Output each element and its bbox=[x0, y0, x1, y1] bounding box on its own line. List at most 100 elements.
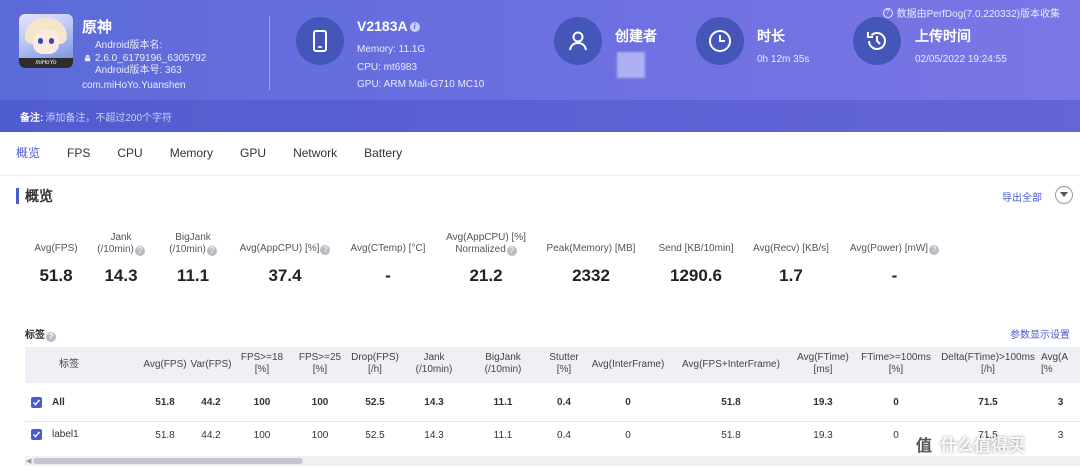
column-header[interactable]: Avg(InterFrame) bbox=[587, 359, 669, 371]
tab-cpu[interactable]: CPU bbox=[117, 132, 142, 174]
tags-title: 标签? bbox=[25, 326, 56, 342]
metric-label: Avg(CTemp) [°C] bbox=[350, 243, 426, 254]
table-cell: 52.5 bbox=[365, 397, 385, 408]
column-header[interactable]: Avg(A [% bbox=[1041, 352, 1080, 376]
tab-gpu[interactable]: GPU bbox=[240, 132, 266, 174]
overview-title: 概览 bbox=[25, 188, 53, 204]
param-settings-link[interactable]: 参数显示设置 bbox=[1010, 326, 1070, 341]
package-name: com.miHoYo.Yuanshen bbox=[82, 80, 186, 91]
metric-value: 1.7 bbox=[779, 266, 803, 285]
column-header[interactable]: FPS>=18 [%] bbox=[237, 352, 287, 376]
table-cell: 14.3 bbox=[424, 397, 444, 408]
remark-field[interactable]: 备注: 添加备注，不超过200个字符 bbox=[0, 100, 1080, 132]
table-cell: 44.2 bbox=[201, 430, 221, 441]
row-tag-name: All bbox=[52, 397, 65, 408]
android-version-name-label: Android版本名: bbox=[95, 40, 163, 51]
table-cell: 51.8 bbox=[155, 397, 175, 408]
creator-redacted bbox=[617, 52, 645, 78]
tab-fps[interactable]: FPS bbox=[67, 132, 90, 174]
table-cell: 0.4 bbox=[557, 397, 571, 408]
version-note: ? 数据由PerfDog(7.0.220332)版本收集 bbox=[882, 5, 1060, 20]
tab-battery[interactable]: Battery bbox=[364, 132, 402, 174]
metric-value: 51.8 bbox=[39, 266, 73, 285]
metric-value: 2332 bbox=[572, 266, 610, 285]
metric-value: 11.1 bbox=[176, 266, 210, 285]
device-cpu: CPU: mt6983 bbox=[357, 62, 418, 73]
app-icon: miHoYo bbox=[19, 14, 73, 68]
help-icon[interactable]: ? bbox=[506, 246, 517, 256]
creator-label: 创建者 bbox=[615, 28, 657, 44]
column-header[interactable]: BigJank (/10min) bbox=[471, 352, 535, 376]
scrollbar-thumb[interactable] bbox=[33, 458, 303, 464]
help-icon[interactable]: ? bbox=[206, 246, 217, 256]
table-cell: 19.3 bbox=[813, 397, 833, 408]
table-cell: 71.5 bbox=[978, 397, 998, 408]
table-cell: 51.8 bbox=[721, 397, 741, 408]
column-header[interactable]: FTime>=100ms [%] bbox=[857, 352, 935, 376]
android-version-name: 2.6.0_6179196_6305792 bbox=[95, 52, 207, 64]
chevron-down-icon[interactable] bbox=[1055, 186, 1073, 204]
tab-memory[interactable]: Memory bbox=[170, 132, 213, 174]
tab-network[interactable]: Network bbox=[293, 132, 337, 174]
remark-placeholder[interactable]: 添加备注，不超过200个字符 bbox=[45, 109, 172, 124]
metric-label: Avg(AppCPU) [%]? bbox=[235, 243, 335, 255]
metric-value: - bbox=[891, 266, 898, 285]
table-row: All 51.8 44.2 100 100 52.5 14.3 11.1 0.4… bbox=[25, 383, 1080, 422]
duration-value: 0h 12m 35s bbox=[757, 54, 810, 65]
metric-label: Jank (/10min)? bbox=[90, 232, 152, 256]
column-header[interactable]: Drop(FPS) [/h] bbox=[347, 352, 403, 376]
metric-value: 1290.6 bbox=[670, 266, 722, 285]
column-header[interactable]: FPS>=25 [%] bbox=[295, 352, 345, 376]
column-header[interactable]: Jank (/10min) bbox=[403, 352, 465, 376]
column-header[interactable]: Delta(FTime)>100ms [/h] bbox=[937, 352, 1039, 376]
column-header[interactable]: Avg(FTime) [ms] bbox=[789, 352, 857, 376]
device-gpu: GPU: ARM Mali-G710 MC10 bbox=[357, 79, 485, 90]
horizontal-scrollbar[interactable]: ◀ bbox=[25, 456, 1080, 466]
device-model: V2183A i bbox=[357, 18, 420, 34]
phone-icon bbox=[296, 17, 344, 65]
column-header[interactable]: Avg(FPS) bbox=[135, 359, 195, 371]
table-header: 标签 Avg(FPS) Var(FPS) FPS>=18 [%] FPS>=25… bbox=[25, 347, 1080, 383]
export-all-button[interactable]: 导出全部 bbox=[1002, 189, 1042, 204]
table-cell: 51.8 bbox=[155, 430, 175, 441]
question-icon: ? bbox=[882, 7, 893, 18]
row-checkbox[interactable] bbox=[31, 429, 42, 440]
upload-label: 上传时间 bbox=[915, 28, 971, 44]
column-header[interactable]: Var(FPS) bbox=[187, 359, 235, 371]
help-icon[interactable]: ? bbox=[929, 245, 940, 255]
column-header[interactable]: 标签 bbox=[49, 359, 89, 371]
metric-label: Send [KB/10min] bbox=[658, 243, 734, 254]
tab-overview[interactable]: 概览 bbox=[16, 132, 40, 174]
android-icon bbox=[84, 55, 91, 62]
user-icon bbox=[554, 17, 602, 65]
row-checkbox[interactable] bbox=[31, 397, 42, 408]
scroll-left-icon[interactable]: ◀ bbox=[26, 457, 31, 465]
android-version-code: Android版本号: 363 bbox=[95, 65, 182, 76]
upload-value: 02/05/2022 19:24:55 bbox=[915, 54, 1007, 65]
table-cell: 0.4 bbox=[557, 430, 571, 441]
device-memory: Memory: 11.1G bbox=[357, 44, 426, 55]
report-header: miHoYo 原神 Android版本名: 2.6.0_6179196_6305… bbox=[0, 0, 1080, 132]
help-icon[interactable]: ? bbox=[320, 245, 331, 255]
help-icon[interactable]: ? bbox=[134, 246, 145, 256]
table-cell: 100 bbox=[311, 430, 329, 441]
app-name: 原神 bbox=[82, 19, 113, 36]
table-cell: 0 bbox=[893, 397, 899, 408]
table-cell: 0 bbox=[625, 430, 631, 441]
help-icon[interactable]: ? bbox=[46, 332, 56, 342]
table-cell: 0 bbox=[625, 397, 631, 408]
column-header[interactable]: Avg(FPS+InterFrame) bbox=[673, 359, 789, 371]
metric-value: 37.4 bbox=[268, 266, 302, 285]
watermark-logo: 值 bbox=[912, 431, 936, 456]
table-cell: 14.3 bbox=[424, 430, 444, 441]
column-header[interactable]: Stutter [%] bbox=[541, 352, 587, 376]
history-icon bbox=[853, 17, 901, 65]
metric-label: Avg(Recv) [KB/s] bbox=[753, 243, 829, 254]
app-meta: Android版本名: 2.6.0_6179196_6305792 Androi… bbox=[84, 40, 207, 78]
table-cell: 19.3 bbox=[813, 430, 833, 441]
table-cell: 3 bbox=[1057, 430, 1064, 441]
clock-icon bbox=[696, 17, 744, 65]
table-cell: 11.1 bbox=[493, 397, 513, 408]
header-divider bbox=[269, 16, 270, 90]
info-icon[interactable]: i bbox=[409, 22, 420, 33]
